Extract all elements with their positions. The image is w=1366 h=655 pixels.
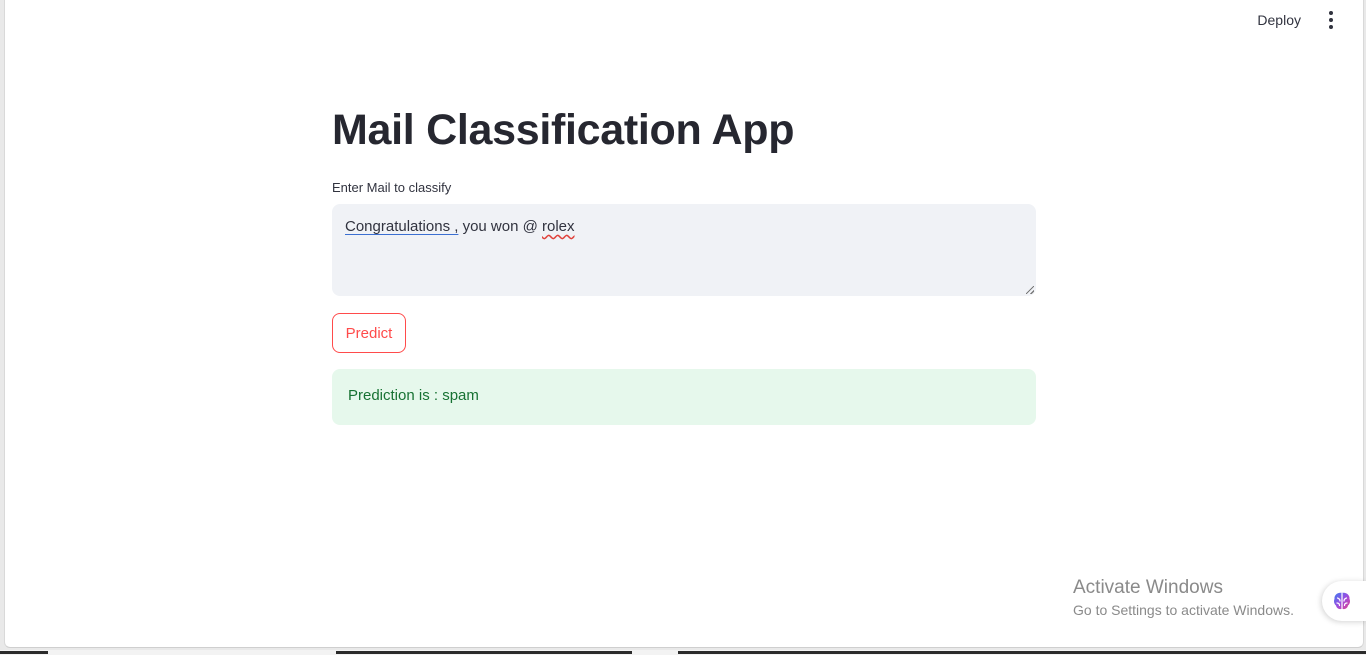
watermark-title: Activate Windows — [1073, 577, 1223, 598]
prediction-result-alert: Prediction is : spam — [332, 369, 1036, 425]
brain-icon — [1334, 592, 1350, 610]
textarea-text-part-3: rolex — [542, 218, 575, 235]
deploy-button[interactable]: Deploy — [1251, 8, 1307, 32]
page-title: Mail Classification App — [332, 106, 795, 154]
mail-input-label: Enter Mail to classify — [332, 180, 452, 195]
taskbar-segment — [336, 651, 632, 654]
windows-activation-watermark: Activate Windows Go to Settings to activ… — [1073, 576, 1294, 620]
textarea-text-part-2: you won @ — [458, 218, 543, 235]
top-toolbar: Deploy — [1251, 8, 1341, 32]
predict-button[interactable]: Predict — [332, 313, 406, 353]
mail-textarea[interactable]: Congratulations , you won @ rolex — [332, 204, 1036, 296]
watermark-subtitle: Go to Settings to activate Windows. — [1073, 602, 1294, 618]
resize-handle-icon[interactable] — [1026, 286, 1034, 294]
textarea-text-part-1: Congratulations , — [345, 218, 459, 235]
prediction-result-text: Prediction is : spam — [348, 387, 479, 404]
taskbar-segment — [0, 651, 48, 654]
floating-assistant-button[interactable] — [1322, 581, 1366, 621]
kebab-menu-icon[interactable] — [1321, 8, 1341, 32]
app-window: Deploy Mail Classification App Enter Mai… — [4, 0, 1364, 648]
taskbar-segment — [678, 651, 1366, 654]
